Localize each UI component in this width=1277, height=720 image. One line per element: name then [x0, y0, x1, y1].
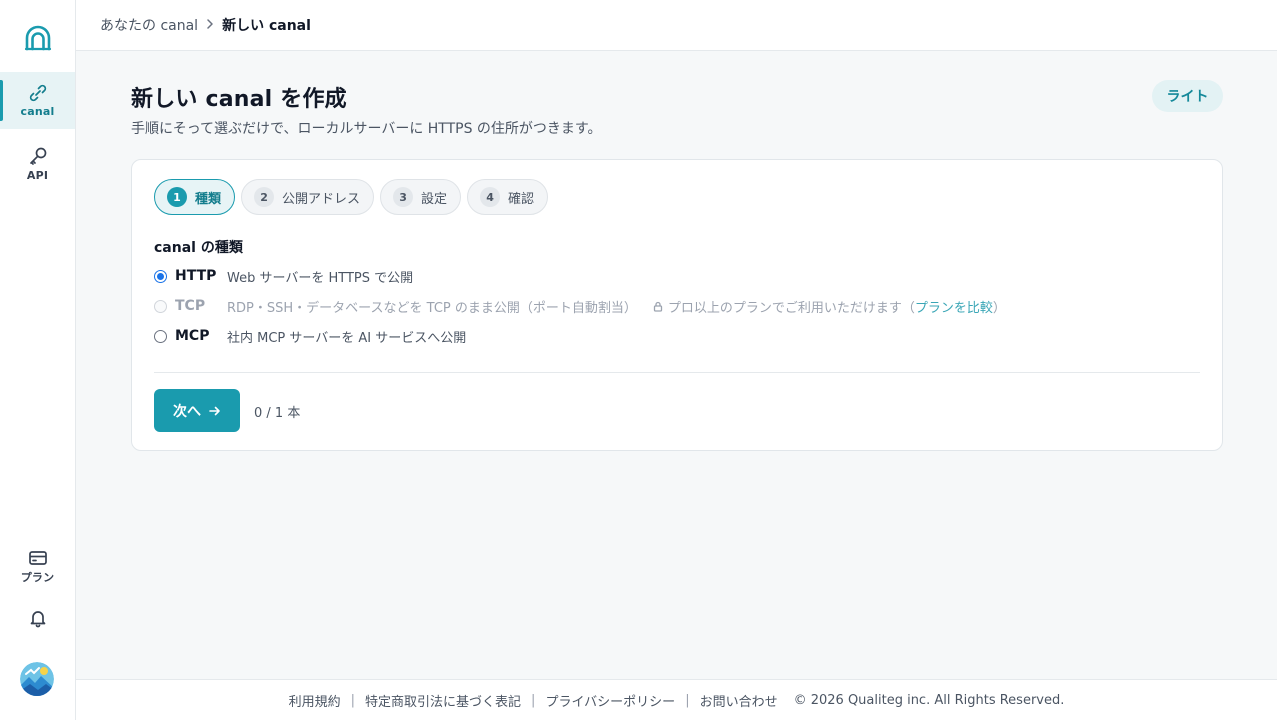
- option-name: HTTP: [175, 268, 217, 284]
- sidebar-item-plan[interactable]: プラン: [0, 549, 75, 585]
- copyright: © 2026 Qualiteg inc. All Rights Reserved…: [793, 692, 1065, 708]
- bell-icon: [28, 608, 48, 628]
- page-subtitle: 手順にそって選ぶだけで、ローカルサーバーに HTTPS の住所がつきます。: [131, 121, 602, 137]
- plan-required-close: ）: [992, 300, 1006, 316]
- canal-type-label: canal の種類: [154, 240, 243, 256]
- avatar[interactable]: [20, 662, 54, 696]
- compare-plans-link[interactable]: プランを比較: [915, 297, 993, 316]
- step-settings[interactable]: 3 設定: [380, 179, 462, 215]
- step-label: 確認: [508, 191, 535, 207]
- step-number: 1: [167, 187, 187, 207]
- chevron-right-icon: [206, 18, 214, 33]
- terms-link[interactable]: 利用規約: [289, 691, 341, 710]
- option-name: TCP: [175, 298, 206, 314]
- key-icon: [27, 145, 49, 167]
- option-name: MCP: [175, 328, 210, 344]
- step-number: 3: [393, 187, 414, 207]
- breadcrumb: あなたの canal 新しい canal: [76, 0, 1277, 51]
- mcp-radio[interactable]: [154, 329, 167, 343]
- option-mcp[interactable]: MCP 社内 MCP サーバーを AI サービスへ公開: [154, 326, 466, 346]
- next-button-label: 次へ: [173, 402, 201, 419]
- breadcrumb-current: 新しい canal: [222, 18, 311, 34]
- credit-card-icon: [28, 549, 48, 567]
- sidebar: canal API プラン: [0, 0, 76, 720]
- arrow-right-icon: [209, 403, 221, 419]
- footer-separator: |: [685, 692, 690, 708]
- notifications-button[interactable]: [0, 608, 75, 628]
- link-icon: [28, 83, 48, 103]
- step-type[interactable]: 1 種類: [154, 179, 236, 215]
- option-description: Web サーバーを HTTPS で公開: [227, 270, 414, 286]
- sidebar-item-label: API: [26, 169, 49, 182]
- mode-toggle-button[interactable]: ライト: [1152, 80, 1223, 112]
- sidebar-item-api[interactable]: API: [0, 145, 75, 182]
- page-title: 新しい canal を作成: [131, 87, 347, 112]
- create-canal-card: 1 種類 2 公開アドレス 3 設定 4 確認 canal の種類 HTTP W…: [131, 159, 1223, 451]
- http-radio[interactable]: [154, 269, 167, 283]
- canal-count: 0 / 1 本: [254, 406, 301, 421]
- step-public-address[interactable]: 2 公開アドレス: [241, 179, 375, 215]
- divider: [154, 372, 1200, 373]
- option-http[interactable]: HTTP Web サーバーを HTTPS で公開: [154, 266, 413, 286]
- plan-required-note: プロ以上のプランでご利用いただけます（ プランを比較）: [653, 297, 1006, 316]
- footer: 利用規約 | 特定商取引法に基づく表記 | プライバシーポリシー | お問い合わ…: [76, 679, 1277, 720]
- contact-link[interactable]: お問い合わせ: [700, 691, 778, 710]
- breadcrumb-parent-link[interactable]: あなたの canal: [100, 15, 198, 35]
- logo-icon[interactable]: [24, 25, 52, 51]
- sidebar-item-canal[interactable]: canal: [0, 72, 75, 129]
- next-button[interactable]: 次へ: [154, 389, 240, 432]
- footer-separator: |: [350, 692, 356, 708]
- sidebar-item-label: プラン: [20, 571, 55, 584]
- footer-separator: |: [531, 692, 536, 708]
- commercial-law-link[interactable]: 特定商取引法に基づく表記: [365, 691, 521, 710]
- step-number: 4: [480, 187, 501, 207]
- plan-required-text: プロ以上のプランでご利用いただけます（: [667, 300, 915, 316]
- step-label: 公開アドレス: [282, 191, 361, 207]
- step-label: 設定: [421, 191, 448, 207]
- tcp-radio: [154, 299, 167, 313]
- step-label: 種類: [195, 191, 222, 207]
- privacy-policy-link[interactable]: プライバシーポリシー: [545, 691, 675, 710]
- step-number: 2: [254, 187, 275, 207]
- step-confirm[interactable]: 4 確認: [467, 179, 549, 215]
- option-tcp: TCP RDP・SSH・データベースなどを TCP のまま公開（ポート自動割当）…: [154, 296, 1006, 316]
- wizard-steps: 1 種類 2 公開アドレス 3 設定 4 確認: [154, 179, 549, 215]
- sidebar-item-label: canal: [20, 105, 55, 118]
- lock-icon: [653, 301, 663, 312]
- option-description: RDP・SSH・データベースなどを TCP のまま公開（ポート自動割当）: [227, 300, 637, 316]
- option-description: 社内 MCP サーバーを AI サービスへ公開: [227, 330, 467, 346]
